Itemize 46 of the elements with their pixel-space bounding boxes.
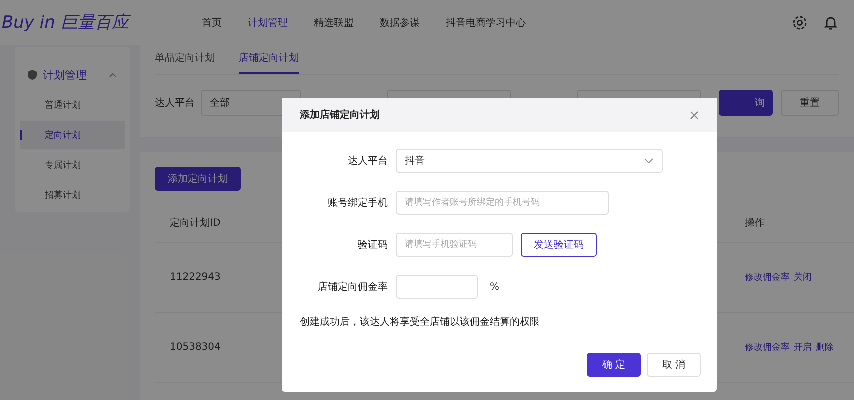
field-label: 验证码 xyxy=(357,239,388,252)
cancel-button[interactable]: 取 消 xyxy=(647,353,701,377)
field-label: 账号绑定手机 xyxy=(327,196,388,210)
nav-item[interactable]: 首页 xyxy=(202,16,222,30)
nav-item[interactable]: 精选联盟 xyxy=(314,16,354,30)
field-label: 达人平台 xyxy=(347,154,388,168)
sidebar-item[interactable]: 普通计划 xyxy=(20,91,125,119)
sidebar-item[interactable]: 招募计划 xyxy=(20,181,125,209)
action-link[interactable]: 关闭 xyxy=(794,271,812,284)
sidebar-item[interactable]: 定向计划 xyxy=(20,121,125,149)
nav-item[interactable]: 计划管理 xyxy=(248,16,288,30)
action-link[interactable]: 删除 xyxy=(816,341,834,354)
chevron-down-icon xyxy=(644,158,654,164)
nav-item[interactable]: 数据参谋 xyxy=(380,16,420,30)
filter-label: 达人平台 xyxy=(155,96,195,110)
nav-item[interactable]: 抖音电商学习中心 xyxy=(446,16,526,30)
rate-input[interactable] xyxy=(396,275,478,299)
column-header: 定向计划ID xyxy=(170,216,221,230)
dialog-title: 添加店铺定向计划 xyxy=(300,108,380,122)
reset-button[interactable]: 重置 xyxy=(781,90,839,116)
table-cell: 11222943 xyxy=(170,272,221,283)
add-plan-button[interactable]: 添加定向计划 xyxy=(155,167,241,191)
table-cell: 10538304 xyxy=(170,342,221,353)
percent-sign: % xyxy=(490,282,500,292)
action-link[interactable]: 修改佣金率 xyxy=(745,271,790,284)
bell-icon[interactable] xyxy=(823,14,839,30)
search-button[interactable]: 询 xyxy=(719,90,773,116)
code-input[interactable]: 请填写手机验证码 xyxy=(396,233,513,257)
platform-select[interactable]: 抖音 xyxy=(396,149,663,173)
action-link[interactable]: 开启 xyxy=(794,341,812,354)
chevron-up-icon[interactable] xyxy=(109,72,117,78)
confirm-button[interactable]: 确 定 xyxy=(587,353,641,377)
field-label: 店铺定向佣金率 xyxy=(317,280,388,294)
column-header: 操作 xyxy=(745,216,765,230)
settings-icon[interactable] xyxy=(792,14,808,30)
sidebar-group-label[interactable]: 计划管理 xyxy=(43,68,103,82)
tab[interactable]: 单品定向计划 xyxy=(155,45,215,74)
sidebar-item[interactable]: 专属计划 xyxy=(20,151,125,179)
logo: Buy in 巨量百应 xyxy=(2,12,132,34)
close-icon[interactable] xyxy=(690,110,699,120)
shield-icon xyxy=(28,70,37,80)
action-link[interactable]: 修改佣金率 xyxy=(745,341,790,354)
tab[interactable]: 店铺定向计划 xyxy=(239,45,299,74)
send-code-button[interactable]: 发送验证码 xyxy=(521,233,597,257)
phone-input[interactable]: 请填写作者账号所绑定的手机号码 xyxy=(396,191,609,215)
dialog-note: 创建成功后，该达人将享受全店铺以该佣金结算的权限 xyxy=(300,316,541,329)
